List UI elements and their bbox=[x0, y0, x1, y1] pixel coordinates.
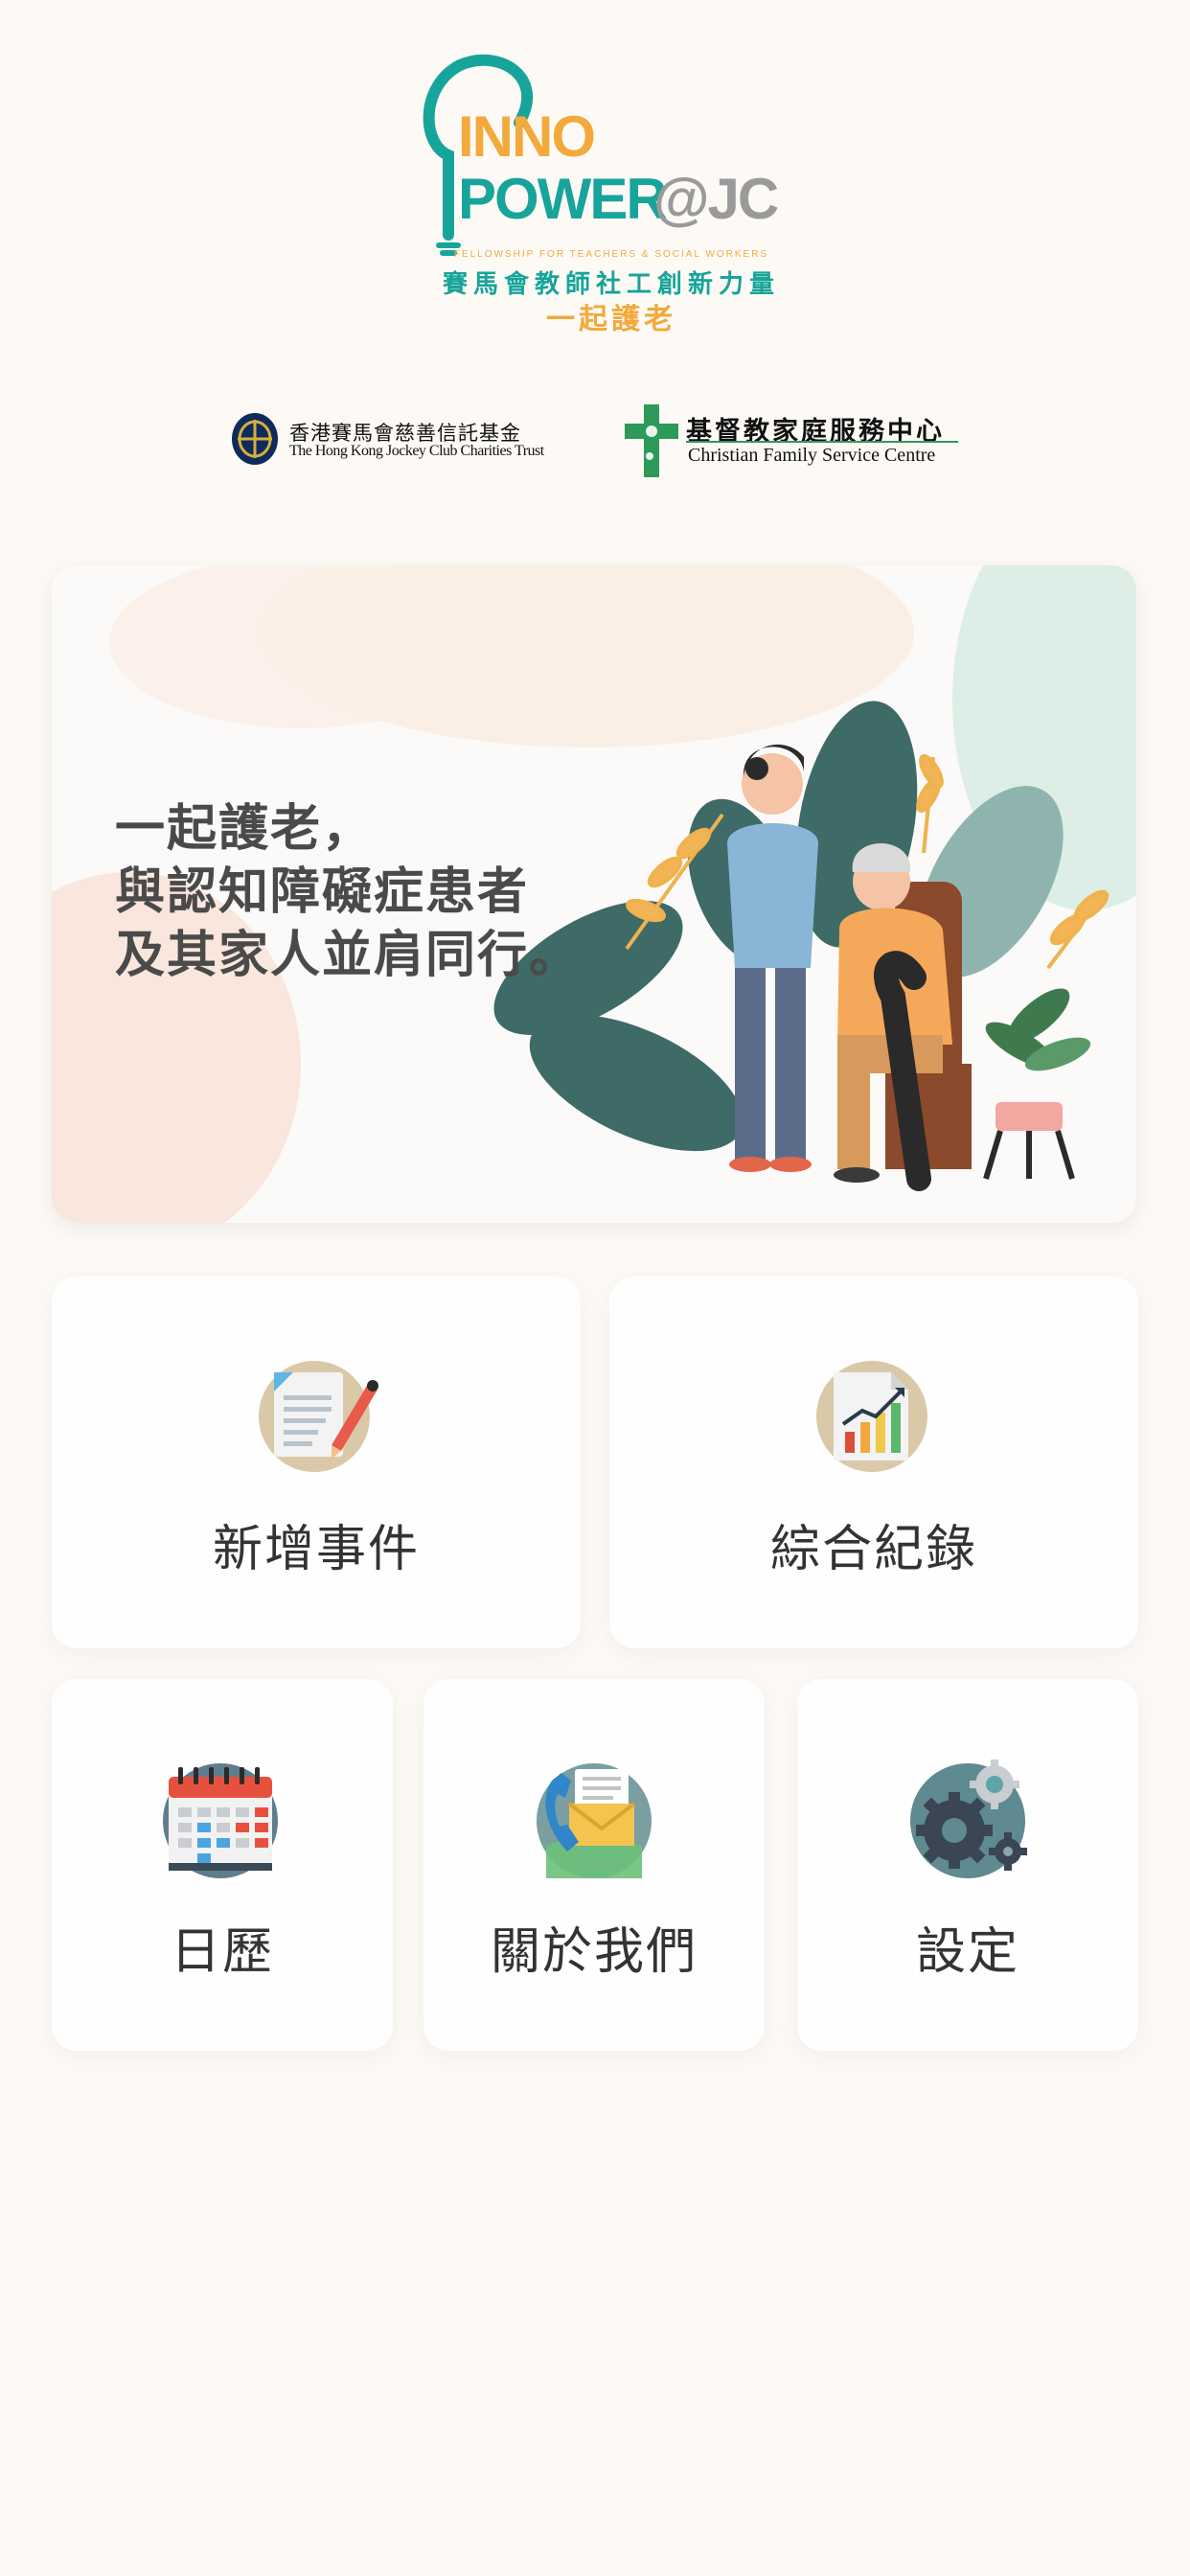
potted-plant-icon bbox=[983, 988, 1091, 1180]
about-us-button[interactable]: 關於我們 bbox=[423, 1679, 765, 2051]
app-logo: INNO POWER @JC FELLOWSHIP FOR TEACHERS &… bbox=[402, 48, 786, 336]
about-us-label: 關於我們 bbox=[490, 1923, 698, 1981]
logo-tagline: 一起護老 bbox=[546, 303, 676, 336]
logo-fellowship-text: FELLOWSHIP FOR TEACHERS & SOCIAL WORKERS bbox=[453, 249, 769, 260]
records-button[interactable]: 綜合紀錄 bbox=[609, 1276, 1138, 1648]
cfsc-divider bbox=[686, 441, 958, 443]
settings-label: 設定 bbox=[915, 1923, 1019, 1981]
calendar-button[interactable]: 日歷 bbox=[52, 1679, 393, 2051]
cfsc-cross-icon bbox=[625, 404, 678, 477]
add-event-label: 新增事件 bbox=[212, 1521, 420, 1578]
logo-atjc-text: @JC bbox=[653, 167, 779, 231]
contact-phone-mail-icon bbox=[537, 1763, 652, 1878]
calendar-label: 日歷 bbox=[170, 1923, 274, 1981]
banner-headline-line-1: 一起護老， bbox=[115, 800, 375, 858]
hero-banner: 一起護老， 與認知障礙症患者 及其家人並肩同行。 bbox=[52, 565, 1136, 1223]
cfsc-english-name: Christian Family Service Centre bbox=[688, 445, 936, 466]
logo-power-text: POWER bbox=[458, 167, 668, 231]
calendar-icon bbox=[163, 1763, 278, 1878]
records-label: 綜合紀錄 bbox=[769, 1521, 977, 1578]
banner-headline-line-3: 及其家人並肩同行。 bbox=[115, 927, 582, 984]
cfsc-logo: 基督教家庭服務中心 Christian Family Service Centr… bbox=[623, 402, 968, 479]
add-event-button[interactable]: 新增事件 bbox=[52, 1276, 581, 1648]
gears-icon bbox=[910, 1760, 1027, 1878]
jockey-club-english-name: The Hong Kong Jockey Club Charities Trus… bbox=[289, 443, 544, 459]
logo-inno-text: INNO bbox=[458, 104, 596, 169]
document-pencil-icon bbox=[259, 1361, 378, 1472]
settings-button[interactable]: 設定 bbox=[797, 1679, 1138, 2051]
jockey-club-seal-icon bbox=[232, 413, 278, 465]
report-chart-icon bbox=[816, 1361, 927, 1472]
banner-headline-line-2: 與認知障礙症患者 bbox=[115, 863, 530, 921]
jockey-club-logo: 香港賽馬會慈善信託基金 The Hong Kong Jockey Club Ch… bbox=[230, 410, 575, 468]
